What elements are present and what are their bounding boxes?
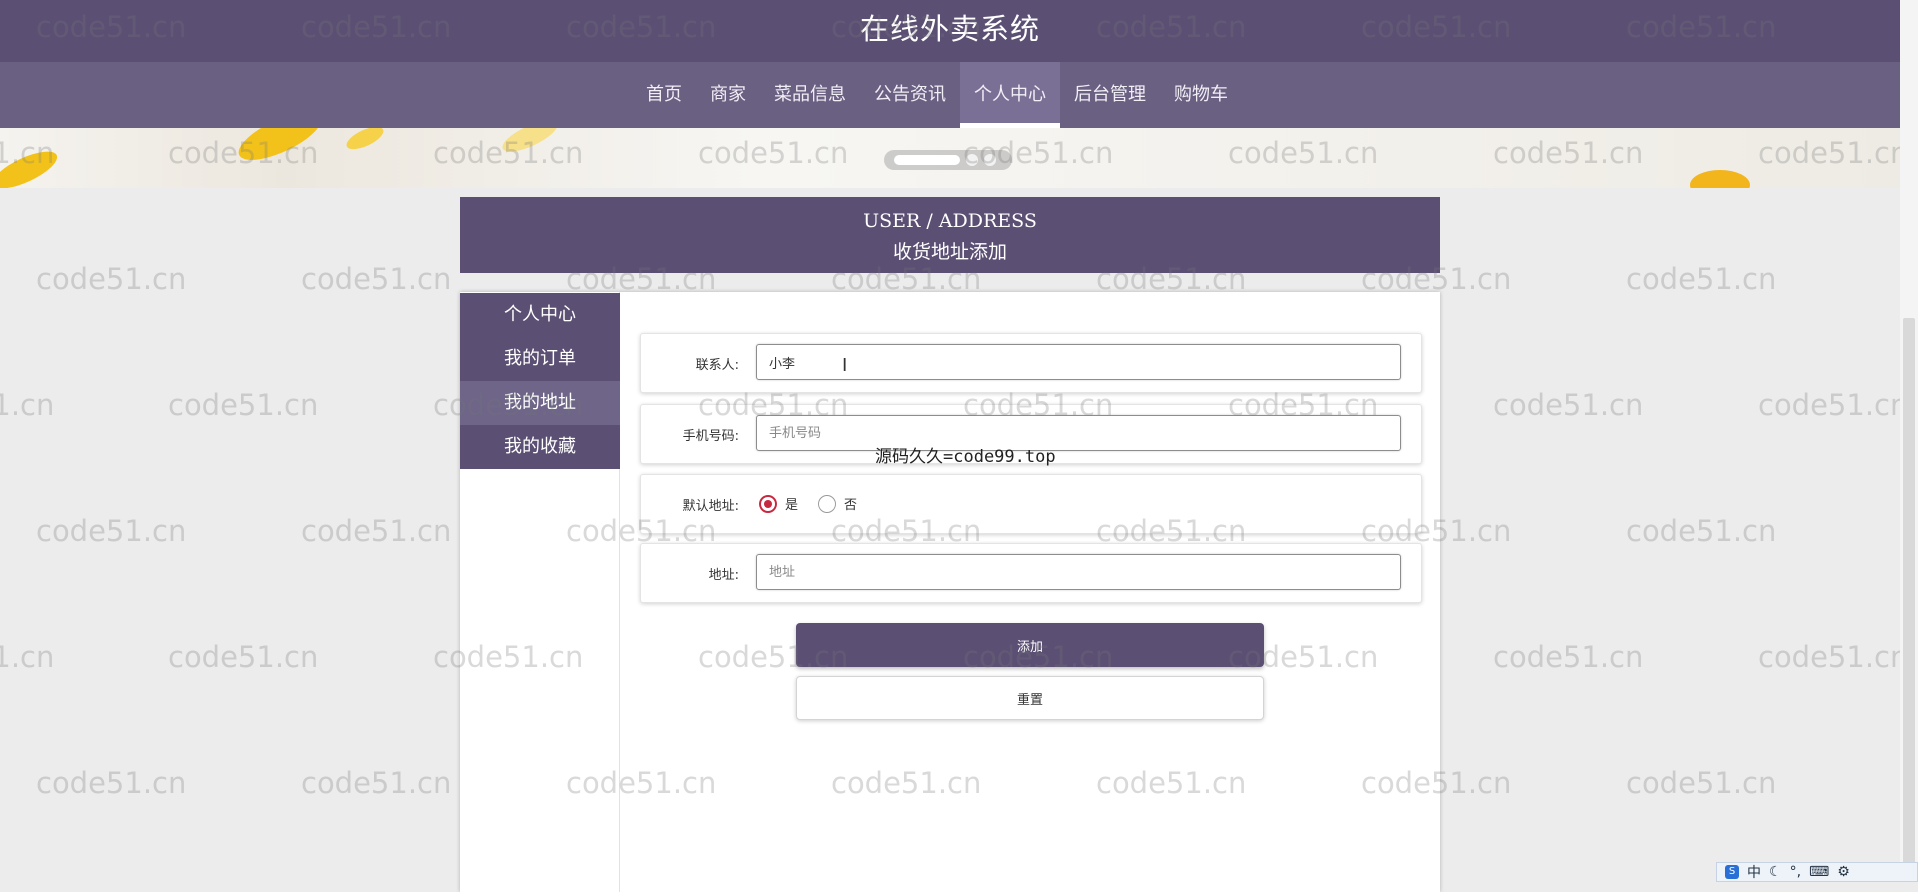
watermark-text: code51.cn [36, 766, 187, 800]
petal-decoration [0, 144, 62, 188]
top-header-bar: 在线外卖系统 [0, 0, 1900, 62]
petal-decoration [498, 128, 562, 158]
phone-input[interactable] [756, 415, 1401, 451]
side-item-personal-center[interactable]: 个人中心 [460, 293, 620, 337]
nav-item-merchants[interactable]: 商家 [696, 62, 760, 128]
carousel-indicator[interactable] [884, 150, 1012, 170]
nav-list: 首页 商家 菜品信息 公告资讯 个人中心 后台管理 购物车 [632, 62, 1242, 128]
default-address-label: 默认地址: [682, 499, 739, 514]
watermark-text: code51.cn [1758, 388, 1909, 422]
radio-no-circle[interactable] [818, 494, 837, 513]
banner-carousel [0, 128, 1900, 188]
site-title: 在线外卖系统 [859, 12, 1040, 46]
page-header-en: USER / ADDRESS [863, 210, 1037, 232]
add-button[interactable]: 添加 [796, 623, 1264, 667]
ime-toolbar[interactable]: S 中 ☾ °, ⌨ ⚙ [1716, 862, 1918, 882]
watermark-text: code51.cn [1493, 640, 1644, 674]
side-menu: 个人中心 我的订单 我的地址 我的收藏 [460, 293, 620, 469]
settings-icon[interactable]: ⚙ [1837, 864, 1850, 880]
watermark-text: code51.cn [168, 640, 319, 674]
carousel-dot[interactable] [966, 154, 978, 166]
phone-label: 手机号码: [682, 429, 739, 444]
ime-mode-label[interactable]: 中 [1747, 862, 1761, 882]
nav-item-dishes[interactable]: 菜品信息 [760, 62, 860, 128]
page-header: USER / ADDRESS 收货地址添加 [460, 197, 1440, 273]
watermark-text: code51.cn [0, 640, 55, 674]
page-title: 收货地址添加 [892, 241, 1007, 263]
watermark-text: code51.cn [0, 388, 55, 422]
carousel-dot[interactable] [984, 154, 996, 166]
radio-no-label: 否 [844, 498, 858, 513]
radio-yes-circle[interactable] [759, 494, 777, 513]
watermark-text: code51.cn [36, 262, 187, 296]
watermark-text: code51.cn [1626, 262, 1777, 296]
keyboard-icon[interactable]: ⌨ [1809, 864, 1829, 880]
petal-decoration [232, 128, 328, 170]
nav-item-home[interactable]: 首页 [632, 62, 696, 128]
watermark-text: code51.cn [1493, 388, 1644, 422]
form-row-address: 地址: [640, 543, 1422, 603]
form-row-contact: 联系人: [640, 333, 1422, 393]
text-cursor-icon: I [842, 355, 848, 376]
contact-label: 联系人: [695, 358, 739, 373]
moon-icon[interactable]: ☾ [1769, 864, 1782, 880]
nav-item-personal-center[interactable]: 个人中心 [960, 62, 1060, 128]
scrollbar-thumb[interactable] [1903, 318, 1915, 882]
punctuation-icon[interactable]: °, [1790, 864, 1801, 880]
watermark-text: code51.cn [1758, 640, 1909, 674]
radio-yes[interactable]: 是 [759, 494, 798, 513]
overlay-watermark-text: 源码久久=code99.top [875, 447, 1056, 467]
side-item-my-address[interactable]: 我的地址 [460, 381, 620, 425]
nav-item-admin[interactable]: 后台管理 [1060, 62, 1160, 128]
form-row-default-address: 默认地址: 是 否 [640, 474, 1422, 534]
nav-item-news[interactable]: 公告资讯 [860, 62, 960, 128]
address-label: 地址: [708, 568, 739, 583]
reset-button[interactable]: 重置 [796, 676, 1264, 720]
petal-decoration [1690, 170, 1750, 188]
watermark-text: code51.cn [301, 514, 452, 548]
radio-yes-label: 是 [785, 498, 799, 513]
watermark-text: code51.cn [168, 388, 319, 422]
watermark-text: code51.cn [301, 766, 452, 800]
radio-no[interactable]: 否 [818, 494, 857, 513]
side-item-my-orders[interactable]: 我的订单 [460, 337, 620, 381]
default-address-radio-group: 是 否 [759, 494, 877, 513]
watermark-text: code51.cn [1626, 766, 1777, 800]
watermark-text: code51.cn [36, 514, 187, 548]
petal-decoration [343, 128, 387, 154]
address-input[interactable] [756, 554, 1401, 590]
ime-logo-icon[interactable]: S [1725, 865, 1739, 879]
contact-input[interactable] [756, 344, 1401, 380]
watermark-text: code51.cn [1626, 514, 1777, 548]
carousel-dot-active[interactable] [894, 155, 960, 165]
side-item-my-favorites[interactable]: 我的收藏 [460, 425, 620, 469]
watermark-text: code51.cn [301, 262, 452, 296]
nav-item-cart[interactable]: 购物车 [1160, 62, 1242, 128]
main-navbar: 首页 商家 菜品信息 公告资讯 个人中心 后台管理 购物车 [0, 62, 1900, 128]
